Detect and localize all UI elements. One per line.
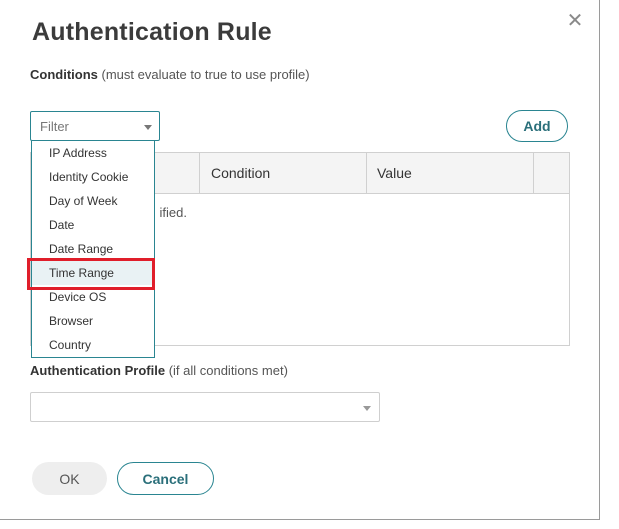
cancel-button[interactable]: Cancel	[117, 462, 214, 495]
add-button[interactable]: Add	[506, 110, 568, 142]
dialog-title: Authentication Rule	[32, 18, 272, 46]
authentication-rule-dialog: ✕ Authentication Rule Conditions (must e…	[0, 0, 600, 520]
auth-profile-label-text: Authentication Profile	[30, 363, 166, 378]
dropdown-option-day-of-week[interactable]: Day of Week	[32, 189, 154, 213]
dropdown-option-device-os[interactable]: Device OS	[32, 285, 154, 309]
column-divider	[199, 153, 200, 193]
auth-profile-hint: (if all conditions met)	[168, 363, 288, 378]
dropdown-option-time-range[interactable]: Time Range	[32, 261, 154, 285]
conditions-hint: (must evaluate to true to use profile)	[101, 67, 310, 82]
auth-profile-select[interactable]	[30, 392, 380, 422]
filter-dropdown-list: IP Address Identity Cookie Day of Week D…	[31, 141, 155, 358]
close-icon[interactable]: ✕	[566, 11, 584, 31]
chevron-down-icon	[144, 125, 152, 130]
dropdown-option-identity-cookie[interactable]: Identity Cookie	[32, 165, 154, 189]
conditions-label-text: Conditions	[30, 67, 98, 82]
column-header-condition: Condition	[211, 165, 271, 181]
dropdown-option-ip-address[interactable]: IP Address	[32, 141, 154, 165]
chevron-down-icon	[363, 406, 371, 411]
conditions-label: Conditions (must evaluate to true to use…	[30, 67, 310, 82]
dropdown-option-date[interactable]: Date	[32, 213, 154, 237]
ok-button[interactable]: OK	[32, 462, 107, 495]
column-header-value: Value	[377, 165, 412, 181]
filter-placeholder: Filter	[40, 119, 69, 134]
dropdown-option-country[interactable]: Country	[32, 333, 154, 357]
column-divider	[533, 153, 534, 193]
dropdown-option-date-range[interactable]: Date Range	[32, 237, 154, 261]
auth-profile-label: Authentication Profile (if all condition…	[30, 363, 288, 378]
filter-select[interactable]: Filter	[30, 111, 160, 141]
column-divider	[366, 153, 367, 193]
dropdown-option-browser[interactable]: Browser	[32, 309, 154, 333]
